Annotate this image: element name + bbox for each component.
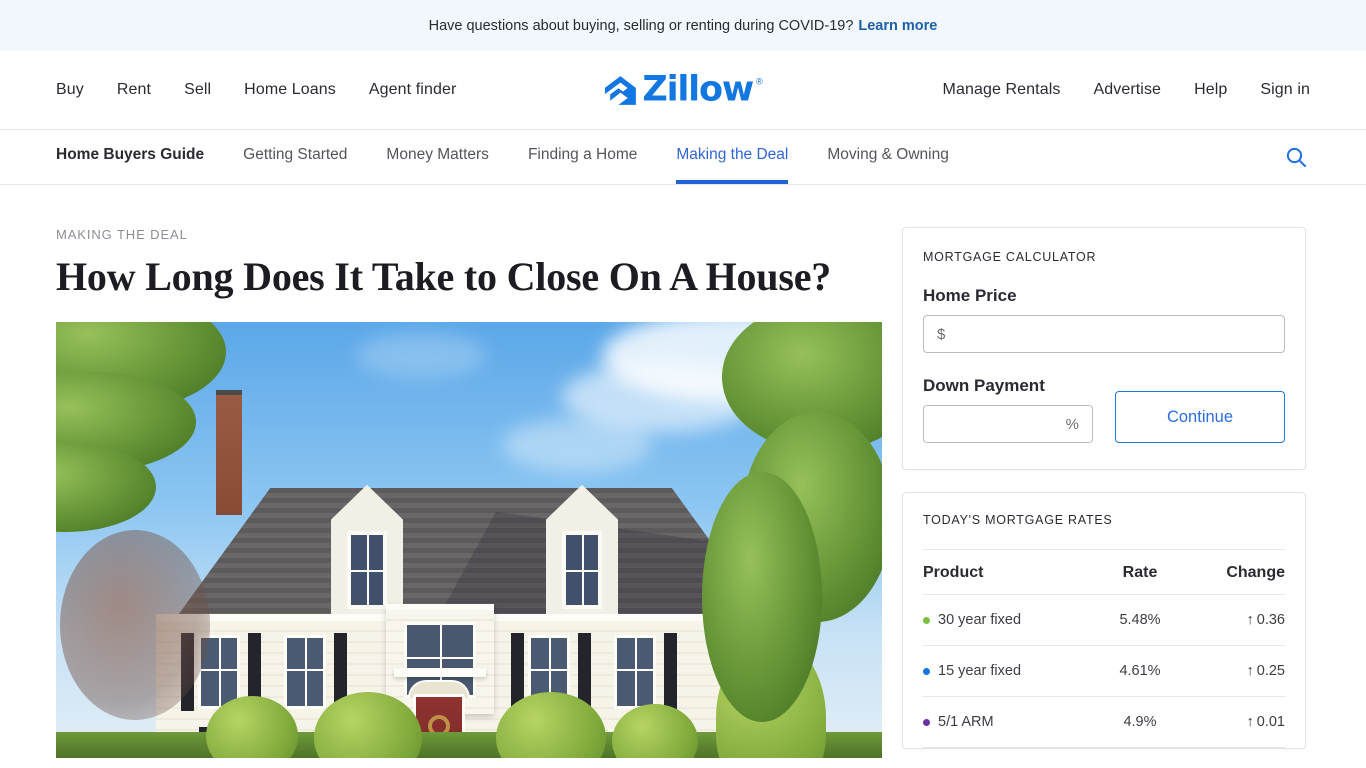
cloud-decor bbox=[502, 417, 652, 472]
table-row[interactable]: 15 year fixed 4.61% ↑ 0.25 bbox=[923, 645, 1285, 697]
sub-nav-item-home-buyers-guide[interactable]: Home Buyers Guide bbox=[56, 130, 204, 184]
evergreen-tree-right bbox=[702, 321, 882, 758]
bare-tree bbox=[60, 529, 210, 720]
zillow-house-icon bbox=[604, 75, 636, 105]
mortgage-calculator-title: MORTGAGE CALCULATOR bbox=[923, 250, 1097, 264]
continue-button[interactable]: Continue bbox=[1115, 391, 1285, 443]
arrow-up-icon: ↑ bbox=[1246, 663, 1254, 679]
dormer-pane bbox=[562, 530, 602, 609]
rate-value: 4.61% bbox=[1102, 645, 1178, 697]
cloud-decor bbox=[356, 331, 486, 378]
mortgage-rates-table: Product Rate Change 30 year fixed 5.48% … bbox=[923, 549, 1285, 748]
rate-value: 5.48% bbox=[1102, 594, 1178, 646]
home-price-label: Home Price bbox=[923, 286, 1017, 305]
door-portico bbox=[394, 667, 486, 677]
mortgage-calculator-card: MORTGAGE CALCULATOR Home Price $ Down Pa… bbox=[902, 227, 1306, 470]
search-button[interactable] bbox=[1282, 130, 1310, 184]
product-cell: 30 year fixed bbox=[923, 612, 1102, 628]
table-row[interactable]: 30 year fixed 5.48% ↑ 0.36 bbox=[923, 594, 1285, 646]
registered-trademark-icon: ® bbox=[755, 76, 763, 87]
arrow-up-icon: ↑ bbox=[1246, 612, 1254, 628]
guide-sub-nav: Home Buyers Guide Getting Started Money … bbox=[0, 130, 1366, 185]
product-cell: 5/1 ARM bbox=[923, 714, 1102, 730]
nav-item-sell[interactable]: Sell bbox=[184, 81, 211, 99]
column-header-change: Change bbox=[1177, 549, 1285, 595]
sub-nav-item-making-the-deal[interactable]: Making the Deal bbox=[676, 130, 789, 184]
change-value: 0.36 bbox=[1256, 612, 1285, 628]
nav-item-home-loans[interactable]: Home Loans bbox=[244, 81, 336, 99]
sub-nav-item-money-matters[interactable]: Money Matters bbox=[386, 130, 489, 184]
product-label: 5/1 ARM bbox=[938, 714, 994, 730]
evergreen-tree-left bbox=[56, 321, 236, 758]
arrow-up-icon: ↑ bbox=[1246, 714, 1254, 730]
window bbox=[284, 634, 326, 709]
down-payment-label: Down Payment bbox=[923, 376, 1045, 395]
primary-nav-left: Buy Rent Sell Home Loans Agent finder bbox=[56, 81, 456, 99]
product-label: 15 year fixed bbox=[938, 663, 1022, 679]
article-category-eyebrow: MAKING THE DEAL bbox=[56, 227, 188, 242]
nav-item-buy[interactable]: Buy bbox=[56, 81, 84, 99]
zillow-logo[interactable]: Zillow ® bbox=[603, 69, 763, 110]
change-value: 0.25 bbox=[1256, 663, 1285, 679]
primary-nav-right: Manage Rentals Advertise Help Sign in bbox=[943, 81, 1310, 99]
mortgage-rates-card: TODAY'S MORTGAGE RATES Product Rate Chan… bbox=[902, 492, 1306, 749]
guide-sub-nav-items: Home Buyers Guide Getting Started Money … bbox=[56, 130, 949, 184]
nav-item-sign-in[interactable]: Sign in bbox=[1260, 81, 1310, 99]
nav-item-manage-rentals[interactable]: Manage Rentals bbox=[943, 81, 1061, 99]
down-payment-row: Down Payment % Continue bbox=[923, 376, 1285, 443]
covid-banner: Have questions about buying, selling or … bbox=[0, 0, 1366, 51]
table-row[interactable]: 5/1 ARM 4.9% ↑ 0.01 bbox=[923, 696, 1285, 748]
status-dot-icon bbox=[923, 667, 930, 675]
column-header-product: Product bbox=[923, 549, 1103, 595]
change-cell: ↑ 0.01 bbox=[1177, 696, 1285, 748]
rate-value: 4.9% bbox=[1102, 696, 1178, 748]
dollar-prefix-icon: $ bbox=[937, 325, 946, 343]
sidebar: MORTGAGE CALCULATOR Home Price $ Down Pa… bbox=[902, 227, 1306, 768]
article-column: MAKING THE DEAL How Long Does It Take to… bbox=[56, 227, 882, 768]
covid-banner-text: Have questions about buying, selling or … bbox=[428, 17, 854, 34]
zillow-wordmark: Zillow bbox=[642, 69, 754, 110]
percent-suffix-icon: % bbox=[1065, 415, 1079, 433]
covid-banner-learn-more-link[interactable]: Learn more bbox=[858, 18, 937, 34]
sub-nav-item-getting-started[interactable]: Getting Started bbox=[243, 130, 347, 184]
sub-nav-item-finding-a-home[interactable]: Finding a Home bbox=[528, 130, 637, 184]
nav-item-agent-finder[interactable]: Agent finder bbox=[369, 81, 456, 99]
product-cell: 15 year fixed bbox=[923, 663, 1102, 679]
change-value: 0.01 bbox=[1256, 714, 1285, 730]
down-payment-input[interactable]: % bbox=[923, 405, 1093, 443]
sub-nav-item-moving-and-owning[interactable]: Moving & Owning bbox=[827, 130, 948, 184]
status-dot-icon bbox=[923, 616, 930, 624]
page-title: How Long Does It Take to Close On A Hous… bbox=[56, 254, 832, 299]
page-content: MAKING THE DEAL How Long Does It Take to… bbox=[0, 185, 1366, 768]
tree-branch bbox=[702, 471, 822, 722]
mortgage-rates-title: TODAY'S MORTGAGE RATES bbox=[923, 513, 1113, 527]
home-price-input[interactable]: $ bbox=[923, 315, 1285, 353]
status-dot-icon bbox=[923, 718, 930, 726]
search-icon bbox=[1286, 147, 1306, 167]
main-header: Buy Rent Sell Home Loans Agent finder Zi… bbox=[0, 51, 1366, 130]
column-header-rate: Rate bbox=[1102, 549, 1178, 595]
nav-item-help[interactable]: Help bbox=[1194, 81, 1227, 99]
product-label: 30 year fixed bbox=[938, 612, 1022, 628]
nav-item-rent[interactable]: Rent bbox=[117, 81, 151, 99]
change-cell: ↑ 0.36 bbox=[1177, 594, 1285, 646]
hero-image bbox=[56, 321, 882, 758]
shutter bbox=[664, 632, 677, 711]
dormer-pane bbox=[347, 530, 387, 609]
nav-item-advertise[interactable]: Advertise bbox=[1093, 81, 1161, 99]
window bbox=[614, 634, 656, 709]
table-header-row: Product Rate Change bbox=[923, 549, 1285, 595]
down-payment-group: Down Payment % bbox=[923, 376, 1093, 443]
change-cell: ↑ 0.25 bbox=[1177, 645, 1285, 697]
